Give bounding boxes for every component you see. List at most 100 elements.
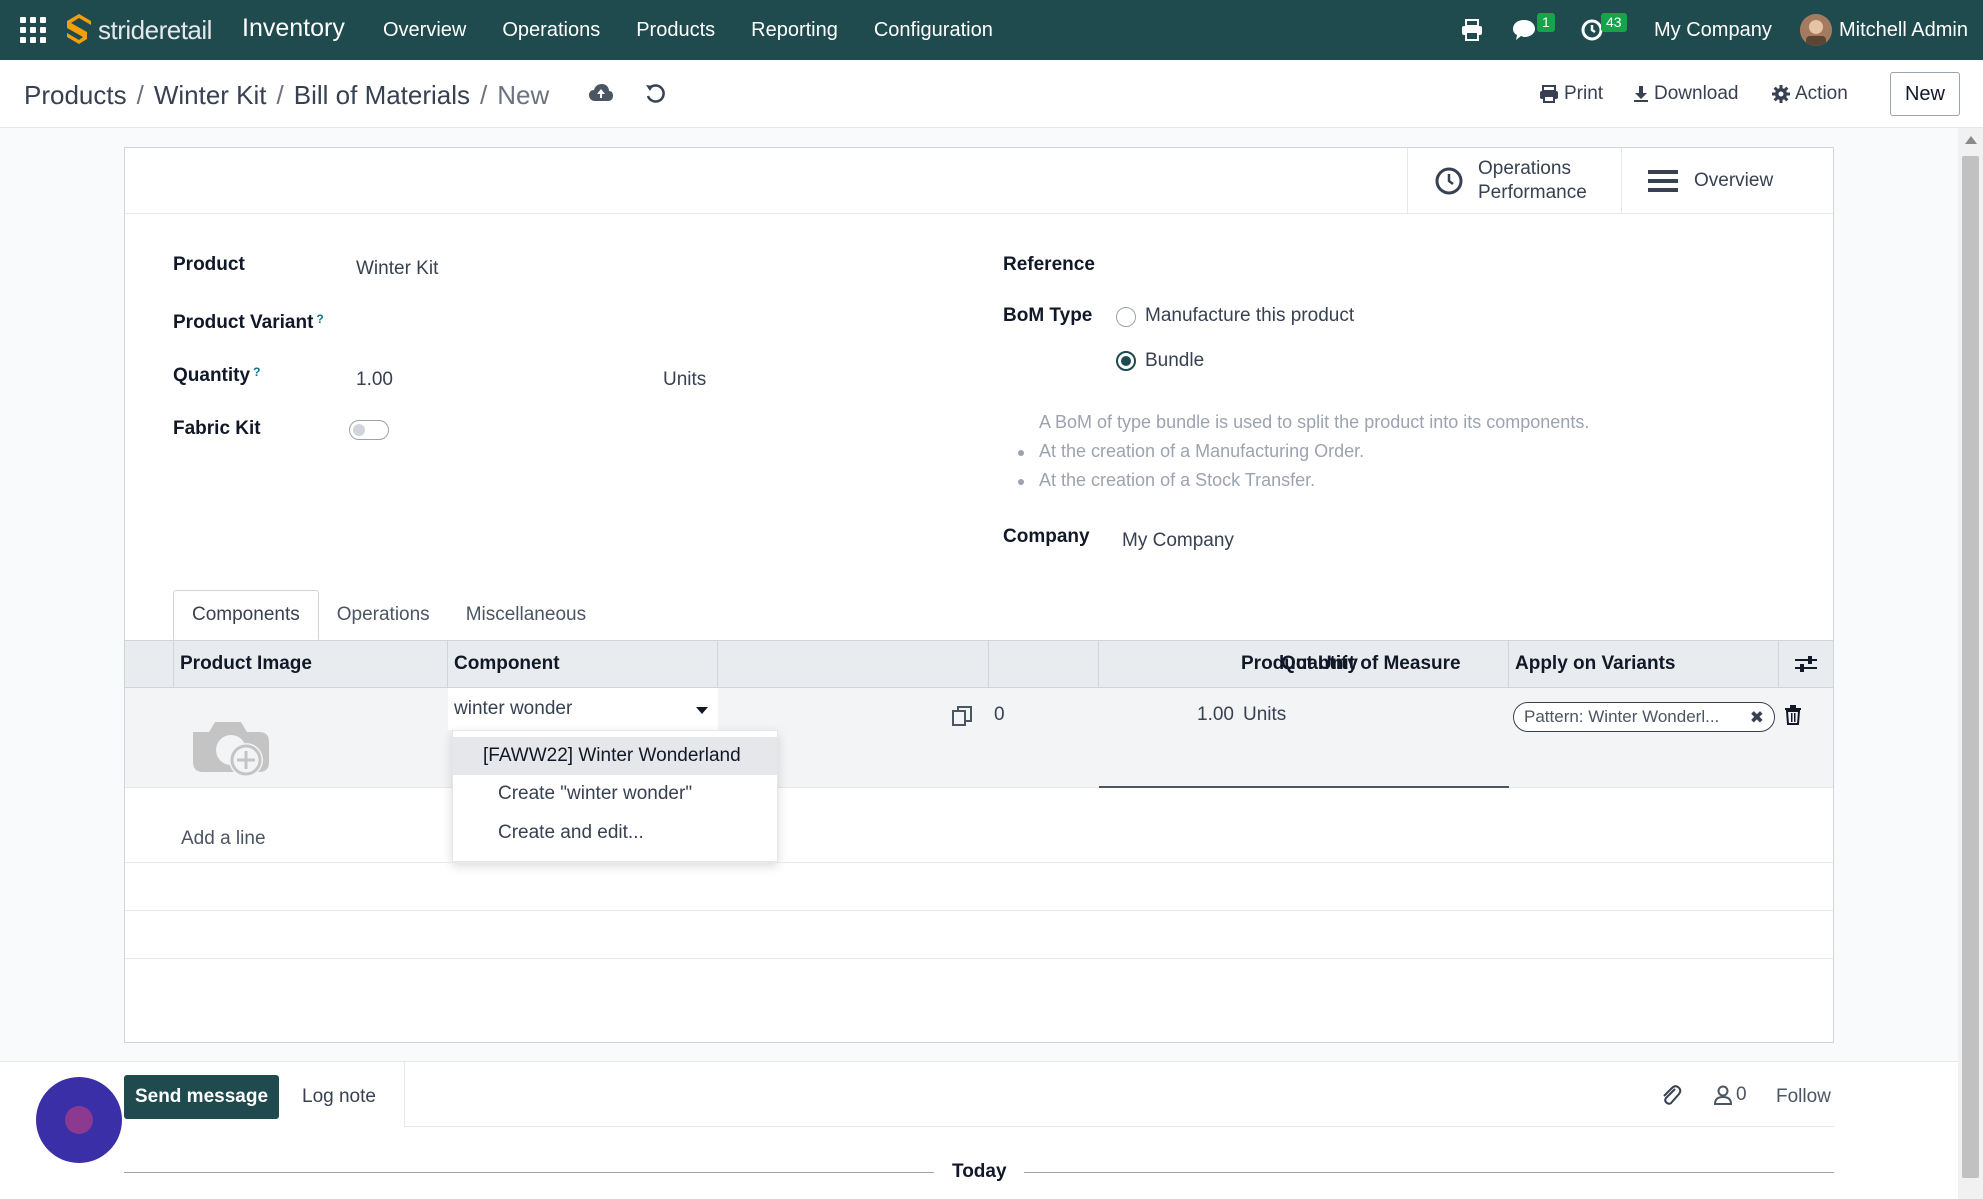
trash-icon[interactable] (1784, 705, 1802, 725)
menu-overview[interactable]: Overview (383, 19, 466, 42)
user-menu[interactable]: Mitchell Admin (1839, 19, 1968, 42)
camera-add-icon[interactable] (189, 712, 273, 782)
stride-logo-icon (67, 14, 91, 44)
action-label: Action (1795, 83, 1848, 104)
download-label: Download (1654, 83, 1739, 104)
user-icon (1714, 1085, 1732, 1105)
sliders-icon (1795, 656, 1817, 672)
followers-button[interactable]: 0 (1714, 1084, 1747, 1106)
company-switcher[interactable]: My Company (1654, 19, 1772, 42)
bom-type-manufacture-label[interactable]: Manufacture this product (1145, 305, 1354, 327)
new-button[interactable]: New (1890, 72, 1960, 116)
help-icon: ? (253, 365, 261, 379)
stat-label-line2: Performance (1478, 182, 1587, 203)
floating-assistant-button[interactable] (36, 1077, 122, 1163)
bom-type-bundle-label[interactable]: Bundle (1145, 350, 1204, 372)
brand-name: strideretail (98, 14, 212, 45)
col-product-image[interactable]: Product Image (173, 641, 380, 687)
tab-miscellaneous[interactable]: Miscellaneous (448, 590, 604, 640)
quantity-field[interactable]: 1.00 (356, 369, 393, 391)
dropdown-option-create-edit[interactable]: Create and edit... (453, 814, 777, 852)
menu-configuration[interactable]: Configuration (874, 19, 993, 42)
brand-logo[interactable]: strideretail (64, 10, 212, 50)
chatter: Send message Log note 0 Follow Today (0, 1061, 1958, 1199)
apps-grid-icon[interactable] (20, 17, 46, 43)
row-count-value: 0 (994, 704, 1005, 725)
app-name[interactable]: Inventory (242, 14, 345, 43)
chevron-down-icon[interactable] (696, 707, 708, 714)
add-line-link[interactable]: Add a line (181, 828, 266, 850)
dropdown-option-create[interactable]: Create "winter wonder" (453, 775, 777, 813)
top-navbar: strideretail Inventory Overview Operatio… (0, 0, 1983, 60)
breadcrumb-bill-of-materials[interactable]: Bill of Materials (294, 80, 470, 111)
page-scrollbar[interactable] (1958, 128, 1983, 1199)
row-uom-value[interactable]: Units (1243, 704, 1286, 726)
bom-type-bundle-radio[interactable] (1116, 351, 1136, 371)
activities-badge: 43 (1601, 13, 1627, 32)
copy-icon[interactable] (951, 705, 973, 727)
bom-help-intro: A BoM of type bundle is used to split th… (1039, 412, 1590, 432)
printer-icon[interactable] (1460, 18, 1484, 42)
smart-button-box: Operations Performance Overview (125, 148, 1833, 214)
component-autocomplete-dropdown: [FAWW22] Winter Wonderland Create "winte… (452, 730, 778, 862)
overview-button[interactable]: Overview (1621, 148, 1833, 214)
fabric-kit-toggle[interactable] (349, 420, 389, 440)
stat-label-line1: Operations (1478, 158, 1571, 179)
scroll-up-icon[interactable] (1965, 136, 1977, 144)
discard-undo-icon[interactable] (644, 82, 666, 104)
reference-field[interactable] (1121, 254, 1621, 280)
quantity-label: Quantity? (173, 365, 261, 386)
component-input-value: winter wonder (454, 698, 573, 719)
cloud-upload-icon[interactable] (588, 83, 614, 103)
help-icon: ? (316, 312, 324, 326)
product-label: Product (173, 254, 245, 275)
download-button[interactable]: Download (1633, 83, 1739, 105)
menu-operations[interactable]: Operations (502, 19, 600, 42)
close-icon[interactable]: ✖ (1750, 708, 1764, 728)
dropdown-option-winter-wonderland[interactable]: [FAWW22] Winter Wonderland (453, 737, 777, 775)
reference-label: Reference (1003, 254, 1095, 275)
breadcrumb: Products / Winter Kit / Bill of Material… (24, 80, 550, 111)
breadcrumb-winter-kit[interactable]: Winter Kit (154, 80, 267, 111)
menu-products[interactable]: Products (636, 19, 715, 42)
clock-icon (1435, 167, 1463, 195)
col-uom[interactable]: Product Unit of Measure (1235, 641, 1506, 687)
product-field[interactable]: Winter Kit (356, 258, 438, 280)
tab-operations[interactable]: Operations (319, 590, 448, 640)
col-empty-2 (988, 641, 1098, 687)
tab-components[interactable]: Components (173, 590, 319, 640)
operations-performance-button[interactable]: Operations Performance (1407, 148, 1621, 214)
bom-help-bullet-transfer: At the creation of a Stock Transfer. (1039, 470, 1316, 490)
component-search-input[interactable]: winter wonder (448, 688, 718, 730)
bom-type-manufacture-radio[interactable] (1116, 307, 1136, 327)
quantity-field-underline (1099, 786, 1509, 788)
divider (125, 910, 1833, 911)
log-note-button[interactable]: Log note (302, 1086, 376, 1108)
fabric-kit-label: Fabric Kit (173, 418, 261, 439)
company-label: Company (1003, 526, 1090, 547)
row-quantity-value[interactable]: 1.00 (1197, 704, 1234, 726)
product-variant-field[interactable] (356, 312, 756, 338)
optional-columns-toggle[interactable] (1778, 641, 1833, 687)
scroll-thumb[interactable] (1962, 156, 1979, 1178)
action-menu-button[interactable]: Action (1772, 83, 1848, 105)
col-apply-variants[interactable]: Apply on Variants (1508, 641, 1778, 687)
user-avatar[interactable] (1800, 14, 1832, 46)
company-field[interactable]: My Company (1122, 530, 1234, 552)
col-empty-1 (717, 641, 988, 687)
menu-reporting[interactable]: Reporting (751, 19, 838, 42)
send-message-button[interactable]: Send message (124, 1075, 279, 1119)
messages-icon[interactable] (1511, 18, 1537, 42)
paperclip-icon[interactable] (1660, 1084, 1682, 1108)
notebook-tabs: Components Operations Miscellaneous (173, 590, 604, 640)
breadcrumb-products[interactable]: Products (24, 80, 127, 111)
col-component[interactable]: Component (447, 641, 717, 687)
gear-icon (1772, 85, 1790, 103)
components-table-header: Product Image Component Quantity Product… (125, 640, 1833, 688)
bullet (1018, 450, 1024, 456)
divider (1024, 1172, 1834, 1173)
follow-button[interactable]: Follow (1776, 1086, 1831, 1108)
list-bars-icon (1648, 170, 1678, 192)
print-button[interactable]: Print (1539, 83, 1603, 105)
quantity-uom-field[interactable]: Units (663, 369, 706, 391)
